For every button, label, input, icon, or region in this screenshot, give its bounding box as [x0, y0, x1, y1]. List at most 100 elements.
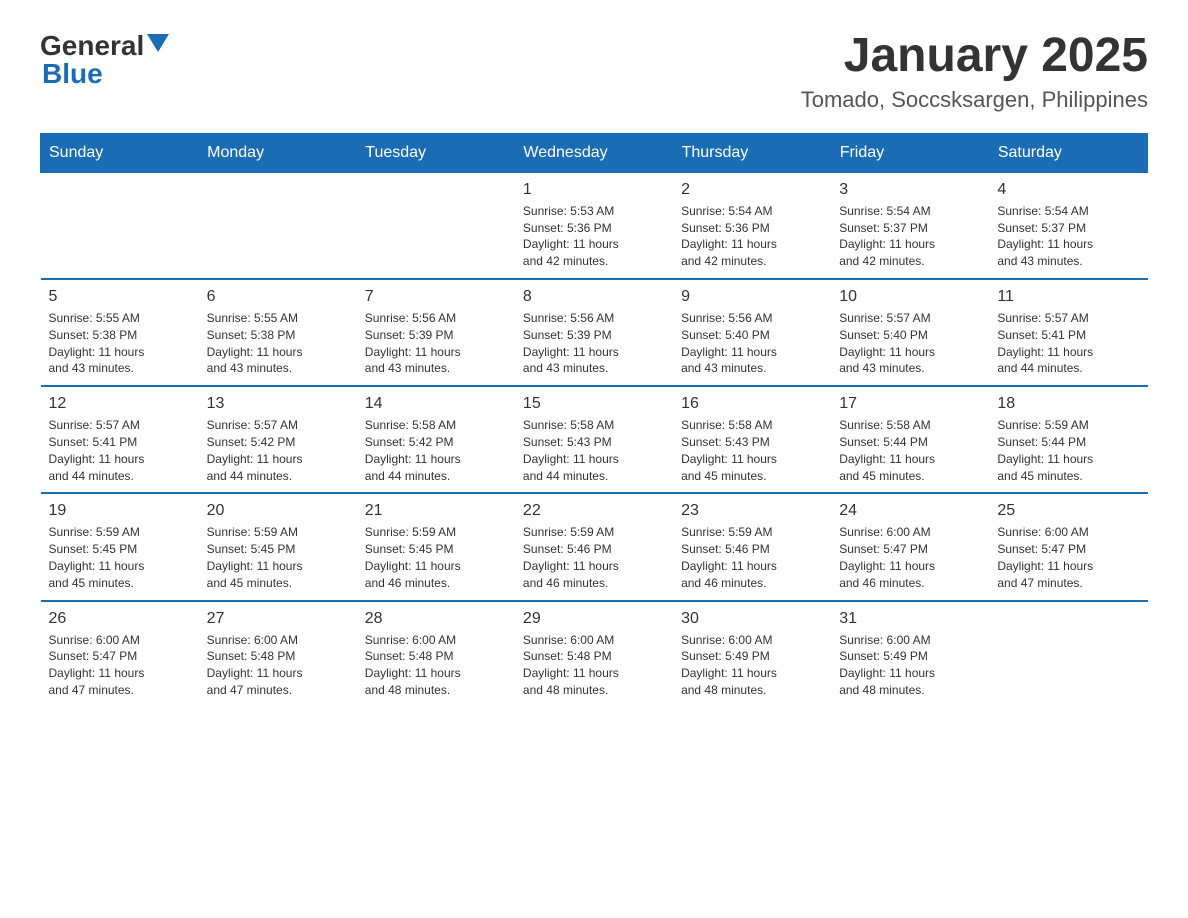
day-number: 19	[49, 502, 191, 520]
calendar-cell: 25 Sunrise: 6:00 AM Sunset: 5:47 PM Dayli…	[989, 493, 1147, 600]
page-title: January 2025	[801, 30, 1148, 83]
col-header-thursday: Thursday	[673, 133, 831, 172]
page-header: General Blue January 2025 Tomado, Soccsk…	[40, 30, 1148, 113]
day-info: Sunrise: 5:57 AM Sunset: 5:41 PM Dayligh…	[997, 310, 1139, 377]
day-number: 12	[49, 395, 191, 413]
day-info: Sunrise: 5:59 AM Sunset: 5:46 PM Dayligh…	[681, 524, 823, 591]
day-info: Sunrise: 5:58 AM Sunset: 5:43 PM Dayligh…	[523, 417, 665, 484]
calendar-cell: 22Sunrise: 5:59 AM Sunset: 5:46 PM Dayli…	[515, 493, 673, 600]
day-number: 29	[523, 610, 665, 628]
day-number: 20	[207, 502, 349, 520]
day-number: 15	[523, 395, 665, 413]
day-number: 26	[49, 610, 191, 628]
calendar-cell: 10 Sunrise: 5:57 AM Sunset: 5:40 PM Dayli…	[831, 279, 989, 386]
day-info: Sunrise: 6:00 AM Sunset: 5:47 PM Dayligh…	[997, 524, 1139, 591]
day-number: 9	[681, 288, 823, 306]
day-info: Sunrise: 5:57 AM Sunset: 5:42 PM Dayligh…	[207, 417, 349, 484]
logo-arrow-icon	[147, 34, 169, 57]
calendar-cell: 29 Sunrise: 6:00 AM Sunset: 5:48 PM Dayli…	[515, 601, 673, 707]
calendar-cell: 16Sunrise: 5:58 AM Sunset: 5:43 PM Dayli…	[673, 386, 831, 493]
day-number: 16	[681, 395, 823, 413]
calendar-week-row: 1 Sunrise: 5:53 AM Sunset: 5:36 PM Daylig…	[41, 172, 1148, 279]
day-number: 30	[681, 610, 823, 628]
page-subtitle: Tomado, Soccsksargen, Philippines	[801, 87, 1148, 113]
day-number: 23	[681, 502, 823, 520]
col-header-monday: Monday	[199, 133, 357, 172]
day-info: Sunrise: 5:56 AM Sunset: 5:40 PM Dayligh…	[681, 310, 823, 377]
day-info: Sunrise: 5:58 AM Sunset: 5:44 PM Dayligh…	[839, 417, 981, 484]
day-number: 3	[839, 181, 981, 199]
day-number: 14	[365, 395, 507, 413]
calendar-cell: 17Sunrise: 5:58 AM Sunset: 5:44 PM Dayli…	[831, 386, 989, 493]
day-number: 7	[365, 288, 507, 306]
calendar-cell: 6Sunrise: 5:55 AM Sunset: 5:38 PM Daylig…	[199, 279, 357, 386]
day-info: Sunrise: 6:00 AM Sunset: 5:49 PM Dayligh…	[839, 632, 981, 699]
day-info: Sunrise: 5:53 AM Sunset: 5:36 PM Dayligh…	[523, 203, 665, 270]
day-number: 28	[365, 610, 507, 628]
calendar-cell: 15 Sunrise: 5:58 AM Sunset: 5:43 PM Dayli…	[515, 386, 673, 493]
calendar-cell: 20 Sunrise: 5:59 AM Sunset: 5:45 PM Dayli…	[199, 493, 357, 600]
day-number: 11	[997, 288, 1139, 306]
calendar-cell: 2 Sunrise: 5:54 AM Sunset: 5:36 PM Daylig…	[673, 172, 831, 279]
day-info: Sunrise: 5:54 AM Sunset: 5:37 PM Dayligh…	[839, 203, 981, 270]
calendar-cell: 30 Sunrise: 6:00 AM Sunset: 5:49 PM Dayli…	[673, 601, 831, 707]
calendar-cell: 13 Sunrise: 5:57 AM Sunset: 5:42 PM Dayli…	[199, 386, 357, 493]
day-info: Sunrise: 6:00 AM Sunset: 5:47 PM Dayligh…	[839, 524, 981, 591]
day-number: 27	[207, 610, 349, 628]
calendar-cell: 23 Sunrise: 5:59 AM Sunset: 5:46 PM Dayli…	[673, 493, 831, 600]
calendar-cell: 4 Sunrise: 5:54 AM Sunset: 5:37 PM Daylig…	[989, 172, 1147, 279]
calendar-cell: 18 Sunrise: 5:59 AM Sunset: 5:44 PM Dayli…	[989, 386, 1147, 493]
calendar-cell: 12 Sunrise: 5:57 AM Sunset: 5:41 PM Dayli…	[41, 386, 199, 493]
calendar-cell: 11 Sunrise: 5:57 AM Sunset: 5:41 PM Dayli…	[989, 279, 1147, 386]
day-info: Sunrise: 6:00 AM Sunset: 5:48 PM Dayligh…	[523, 632, 665, 699]
day-number: 4	[997, 181, 1139, 199]
calendar-cell: 8 Sunrise: 5:56 AM Sunset: 5:39 PM Daylig…	[515, 279, 673, 386]
calendar-cell: 14Sunrise: 5:58 AM Sunset: 5:42 PM Dayli…	[357, 386, 515, 493]
calendar-cell: 21Sunrise: 5:59 AM Sunset: 5:45 PM Dayli…	[357, 493, 515, 600]
day-info: Sunrise: 5:59 AM Sunset: 5:45 PM Dayligh…	[207, 524, 349, 591]
day-number: 1	[523, 181, 665, 199]
day-info: Sunrise: 5:56 AM Sunset: 5:39 PM Dayligh…	[523, 310, 665, 377]
calendar-cell	[199, 172, 357, 279]
calendar-week-row: 26Sunrise: 6:00 AM Sunset: 5:47 PM Dayli…	[41, 601, 1148, 707]
day-info: Sunrise: 5:59 AM Sunset: 5:44 PM Dayligh…	[997, 417, 1139, 484]
day-info: Sunrise: 6:00 AM Sunset: 5:48 PM Dayligh…	[207, 632, 349, 699]
day-info: Sunrise: 5:57 AM Sunset: 5:41 PM Dayligh…	[49, 417, 191, 484]
day-info: Sunrise: 5:54 AM Sunset: 5:37 PM Dayligh…	[997, 203, 1139, 270]
calendar-cell: 3 Sunrise: 5:54 AM Sunset: 5:37 PM Daylig…	[831, 172, 989, 279]
logo: General Blue	[40, 30, 169, 90]
day-info: Sunrise: 6:00 AM Sunset: 5:49 PM Dayligh…	[681, 632, 823, 699]
calendar-cell: 7 Sunrise: 5:56 AM Sunset: 5:39 PM Daylig…	[357, 279, 515, 386]
col-header-friday: Friday	[831, 133, 989, 172]
day-number: 13	[207, 395, 349, 413]
calendar-week-row: 19 Sunrise: 5:59 AM Sunset: 5:45 PM Dayli…	[41, 493, 1148, 600]
day-number: 25	[997, 502, 1139, 520]
day-number: 8	[523, 288, 665, 306]
col-header-saturday: Saturday	[989, 133, 1147, 172]
calendar-cell: 26Sunrise: 6:00 AM Sunset: 5:47 PM Dayli…	[41, 601, 199, 707]
day-info: Sunrise: 5:54 AM Sunset: 5:36 PM Dayligh…	[681, 203, 823, 270]
day-info: Sunrise: 5:55 AM Sunset: 5:38 PM Dayligh…	[49, 310, 191, 377]
day-number: 18	[997, 395, 1139, 413]
day-info: Sunrise: 5:59 AM Sunset: 5:45 PM Dayligh…	[49, 524, 191, 591]
calendar-cell: 1 Sunrise: 5:53 AM Sunset: 5:36 PM Daylig…	[515, 172, 673, 279]
day-number: 6	[207, 288, 349, 306]
calendar-week-row: 12 Sunrise: 5:57 AM Sunset: 5:41 PM Dayli…	[41, 386, 1148, 493]
day-info: Sunrise: 5:59 AM Sunset: 5:46 PM Dayligh…	[523, 524, 665, 591]
calendar-cell: 19 Sunrise: 5:59 AM Sunset: 5:45 PM Dayli…	[41, 493, 199, 600]
calendar-week-row: 5Sunrise: 5:55 AM Sunset: 5:38 PM Daylig…	[41, 279, 1148, 386]
day-info: Sunrise: 5:56 AM Sunset: 5:39 PM Dayligh…	[365, 310, 507, 377]
calendar-cell: 28Sunrise: 6:00 AM Sunset: 5:48 PM Dayli…	[357, 601, 515, 707]
calendar-cell: 5Sunrise: 5:55 AM Sunset: 5:38 PM Daylig…	[41, 279, 199, 386]
day-number: 2	[681, 181, 823, 199]
calendar-cell: 9 Sunrise: 5:56 AM Sunset: 5:40 PM Daylig…	[673, 279, 831, 386]
day-number: 31	[839, 610, 981, 628]
day-number: 24	[839, 502, 981, 520]
title-section: January 2025 Tomado, Soccsksargen, Phili…	[801, 30, 1148, 113]
col-header-wednesday: Wednesday	[515, 133, 673, 172]
calendar-header-row: SundayMondayTuesdayWednesdayThursdayFrid…	[41, 133, 1148, 172]
calendar-table: SundayMondayTuesdayWednesdayThursdayFrid…	[40, 133, 1148, 707]
day-info: Sunrise: 5:57 AM Sunset: 5:40 PM Dayligh…	[839, 310, 981, 377]
day-number: 10	[839, 288, 981, 306]
day-number: 21	[365, 502, 507, 520]
